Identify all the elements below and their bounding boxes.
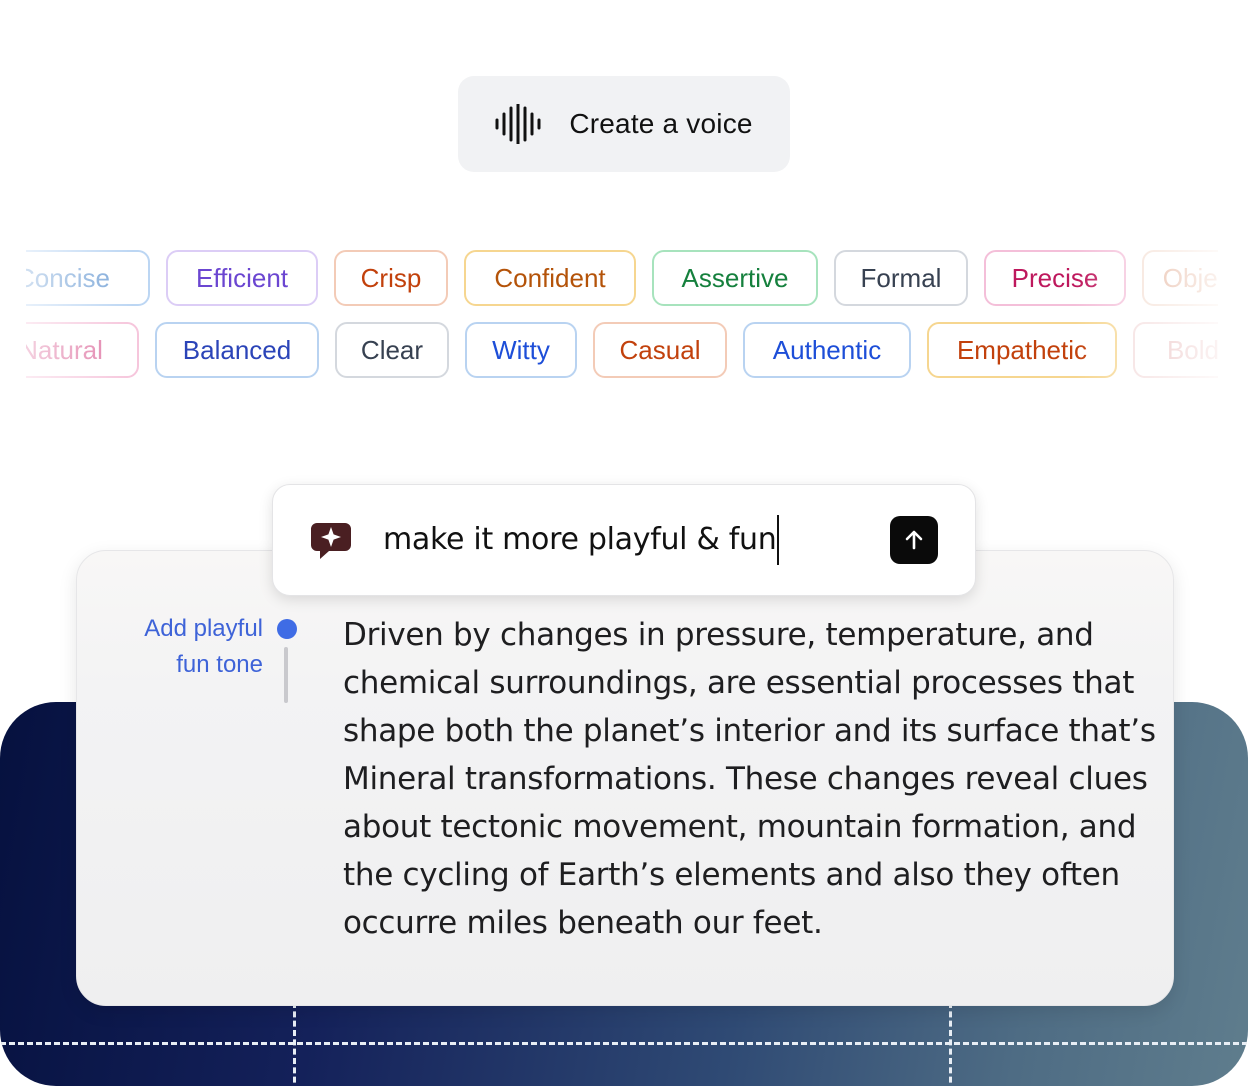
tone-chip[interactable]: Casual [593, 322, 727, 378]
prompt-input[interactable]: make it more playful & fun [383, 515, 783, 565]
annotation-label[interactable]: Add playful fun tone [117, 611, 263, 683]
tone-chip[interactable]: Precise [984, 250, 1126, 306]
prompt-input-value: make it more playful & fun [383, 522, 777, 557]
tone-chip[interactable]: Assertive [652, 250, 818, 306]
tone-chip[interactable]: Witty [465, 322, 577, 378]
tone-chip[interactable]: Objective [1142, 250, 1218, 306]
tone-chip[interactable]: Natural [26, 322, 139, 378]
tone-chip[interactable]: Balanced [155, 322, 319, 378]
tone-chip[interactable]: Concise [26, 250, 150, 306]
app-canvas: Create a voice Concise Efficient Crisp Conf… [0, 0, 1248, 1086]
tone-chip[interactable]: Formal [834, 250, 968, 306]
dashed-guide-vertical-left [293, 1002, 296, 1086]
create-voice-button[interactable]: Create a voice [458, 76, 790, 172]
send-button[interactable] [890, 516, 938, 564]
tone-chip[interactable]: Clear [335, 322, 449, 378]
document-text[interactable]: Driven by changes in pressure, temperatu… [343, 611, 1163, 947]
tone-chip[interactable]: Empathetic [927, 322, 1117, 378]
text-caret [777, 515, 780, 565]
dashed-guide-vertical-right [949, 1002, 952, 1086]
tone-chip[interactable]: Authentic [743, 322, 911, 378]
document-card: Add playful fun tone Driven by changes i… [76, 550, 1174, 1006]
annotation-marker[interactable] [277, 619, 297, 639]
tone-chip[interactable]: Efficient [166, 250, 318, 306]
annotation-connector [284, 647, 288, 703]
tone-chip-carousel: Concise Efficient Crisp Confident Assertive F… [26, 240, 1218, 390]
tone-chip[interactable]: Crisp [334, 250, 448, 306]
arrow-up-icon [905, 530, 923, 550]
tone-chip[interactable]: Bold [1133, 322, 1218, 378]
tone-chip[interactable]: Confident [464, 250, 636, 306]
create-voice-label: Create a voice [569, 108, 753, 139]
sparkle-chat-icon [311, 523, 351, 559]
dashed-guide-horizontal [0, 1042, 1248, 1045]
prompt-bar: make it more playful & fun [272, 484, 976, 596]
waveform-icon [495, 104, 541, 144]
